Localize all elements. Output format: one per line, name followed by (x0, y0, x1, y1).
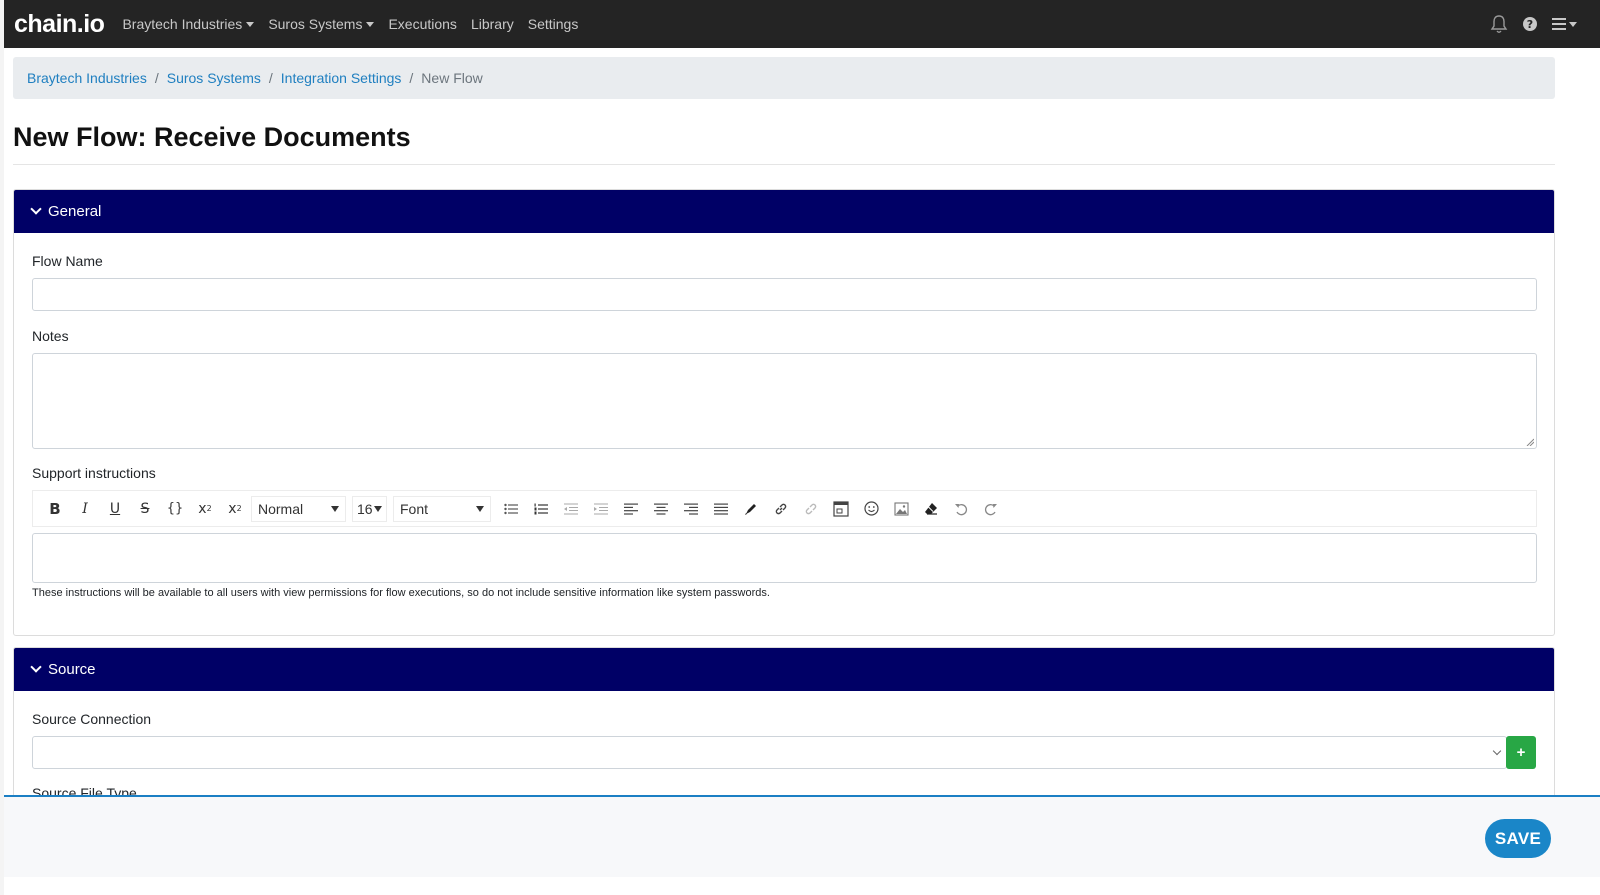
caret-down-icon (366, 21, 375, 27)
heading-select[interactable]: Normal (251, 495, 346, 522)
emoji-icon[interactable] (857, 497, 885, 521)
bell-icon[interactable] (1490, 14, 1508, 34)
breadcrumb-current: New Flow (421, 70, 483, 86)
source-panel-title: Source (48, 661, 96, 678)
underline-icon[interactable]: U (101, 497, 129, 521)
chevron-down-icon (30, 203, 42, 215)
undo-icon[interactable] (947, 497, 975, 521)
strikethrough-icon[interactable]: S (131, 497, 159, 521)
chevron-down-icon (1492, 746, 1502, 756)
text-color-icon[interactable] (737, 497, 765, 521)
support-instructions-editor[interactable] (32, 533, 1537, 583)
title-divider (13, 164, 1555, 165)
caret-down-icon (246, 21, 255, 27)
dropdown-arrow-icon (331, 505, 339, 512)
align-center-icon[interactable] (647, 497, 675, 521)
breadcrumb-link-braytech-industries[interactable]: Braytech Industries (27, 70, 147, 86)
italic-icon[interactable]: I (71, 497, 99, 521)
app-frame: chain.io Braytech Industries Suros Syste… (0, 0, 1600, 895)
breadcrumb-link-integration-settings[interactable]: Integration Settings (281, 70, 402, 86)
nav-menu: Braytech Industries Suros Systems Execut… (122, 16, 592, 32)
outdent-icon[interactable] (557, 497, 585, 521)
source-panel: Source Source Connection + Source File T… (13, 647, 1555, 807)
breadcrumb-link-suros-systems[interactable]: Suros Systems (167, 70, 261, 86)
breadcrumb: Braytech Industries / Suros Systems / In… (13, 57, 1555, 99)
heading-select-value: Normal (258, 500, 304, 517)
dropdown-arrow-icon (374, 505, 382, 512)
font-size-select[interactable]: 16 (352, 495, 387, 522)
nav-item-library[interactable]: Library (471, 16, 514, 32)
flow-name-label: Flow Name (32, 253, 103, 269)
nav-item-braytech-industries[interactable]: Braytech Industries (122, 16, 255, 32)
code-icon[interactable]: {} (161, 497, 189, 521)
align-left-icon[interactable] (617, 497, 645, 521)
source-panel-header[interactable]: Source (14, 648, 1554, 691)
support-help-text: These instructions will be available to … (32, 587, 770, 599)
nav-actions: ? (1476, 14, 1578, 34)
help-icon[interactable]: ? (1522, 16, 1538, 32)
font-family-select[interactable]: Font (393, 495, 491, 522)
save-button[interactable]: SAVE (1485, 819, 1551, 858)
font-size-select-value: 16 (357, 500, 373, 517)
menu-icon[interactable] (1552, 17, 1578, 31)
image-icon[interactable] (887, 497, 915, 521)
redo-icon[interactable] (977, 497, 1005, 521)
dropdown-arrow-icon (476, 505, 484, 512)
general-panel-header[interactable]: General (14, 190, 1554, 233)
top-navbar: chain.io Braytech Industries Suros Syste… (4, 0, 1600, 48)
chainio-logo[interactable]: chain.io (14, 9, 105, 39)
align-right-icon[interactable] (677, 497, 705, 521)
nav-item-suros-systems[interactable]: Suros Systems (268, 16, 375, 32)
numbered-list-icon[interactable] (527, 497, 555, 521)
rich-text-toolbar: B I U S {} x2 x2 Normal 16 Font (32, 490, 1537, 527)
align-justify-icon[interactable] (707, 497, 735, 521)
support-instructions-label: Support instructions (32, 465, 156, 481)
superscript-icon[interactable]: x2 (191, 497, 219, 521)
nav-item-settings[interactable]: Settings (528, 16, 579, 32)
nav-item-label: Settings (527, 16, 579, 32)
chevron-down-icon (30, 661, 42, 673)
source-connection-label: Source Connection (32, 711, 152, 727)
general-panel-title: General (48, 203, 102, 220)
link-icon[interactable] (767, 497, 795, 521)
nav-item-label: Suros Systems (268, 16, 363, 32)
indent-icon[interactable] (587, 497, 615, 521)
table-icon[interactable] (827, 497, 855, 521)
clear-format-icon[interactable] (917, 497, 945, 521)
nav-item-label: Braytech Industries (122, 16, 243, 32)
source-connection-select[interactable] (32, 736, 1507, 769)
font-family-select-value: Font (400, 500, 429, 517)
breadcrumb-separator: / (268, 70, 273, 86)
bottom-strip (0, 877, 1600, 895)
flow-name-input[interactable] (32, 278, 1537, 311)
bold-icon[interactable]: B (41, 497, 69, 521)
nav-item-label: Library (470, 16, 514, 32)
notes-label: Notes (32, 328, 69, 344)
breadcrumb-separator: / (409, 70, 414, 86)
subscript-icon[interactable]: x2 (221, 497, 249, 521)
svg-text:?: ? (1527, 18, 1533, 31)
add-connection-button[interactable]: + (1506, 736, 1536, 769)
resize-handle-icon[interactable] (1526, 438, 1534, 446)
logo-text: chain.io (14, 9, 105, 38)
bullet-list-icon[interactable] (497, 497, 525, 521)
general-panel: General Flow Name Notes Support instruct… (13, 189, 1555, 636)
breadcrumb-separator: / (154, 70, 159, 86)
unlink-icon[interactable] (797, 497, 825, 521)
footer-action-bar: SAVE (4, 795, 1600, 877)
nav-item-executions[interactable]: Executions (388, 16, 456, 32)
nav-item-label: Executions (388, 16, 457, 32)
page-title: New Flow: Receive Documents (13, 122, 411, 152)
notes-textarea[interactable] (32, 353, 1537, 449)
